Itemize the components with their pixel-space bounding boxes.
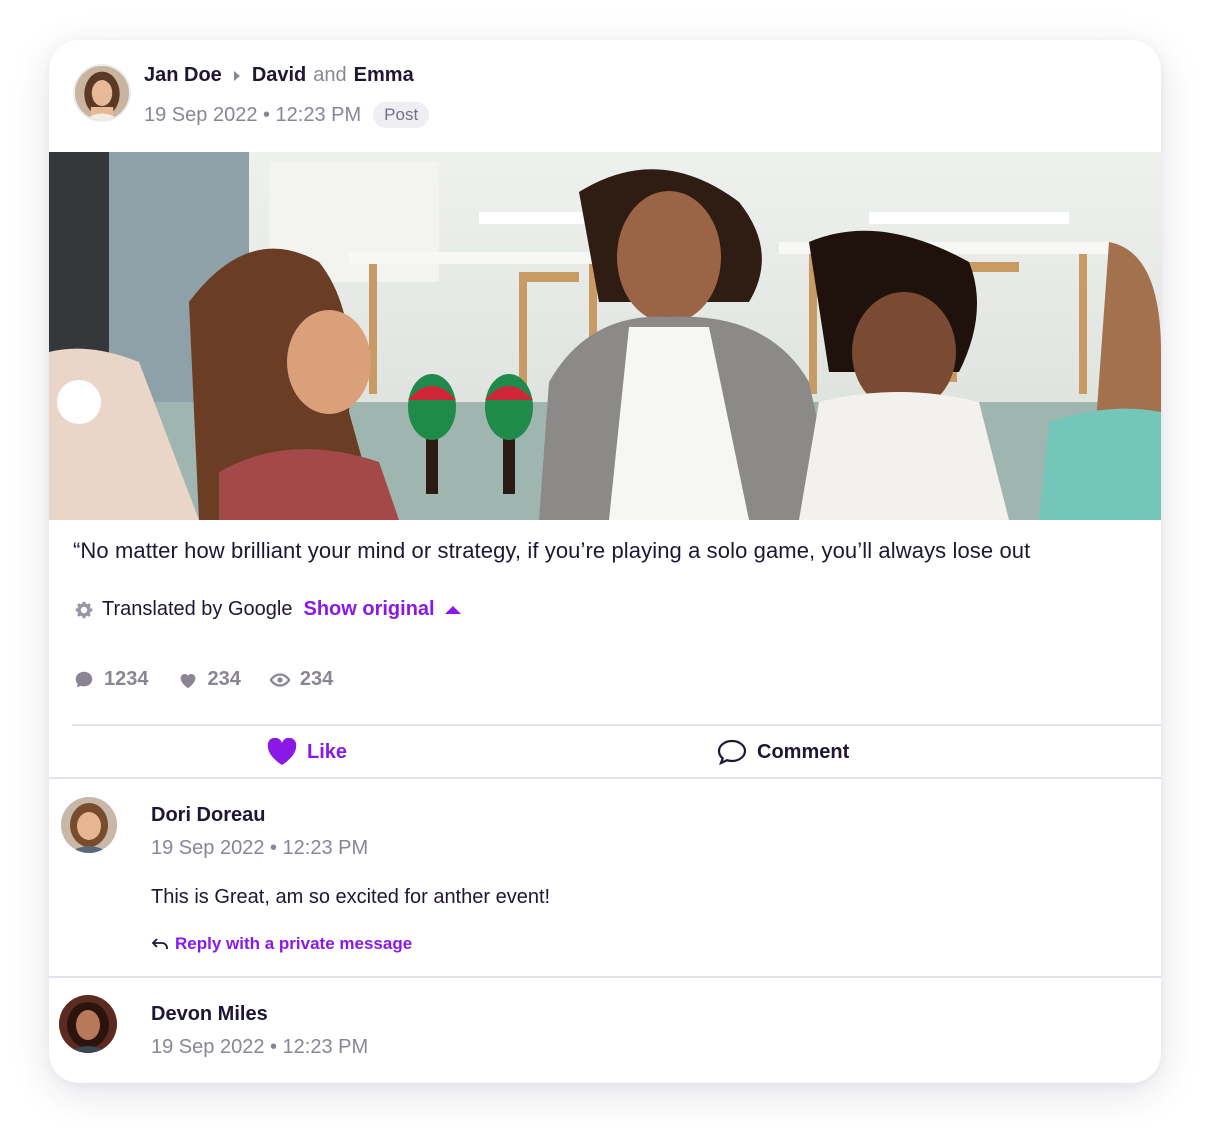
comments-divider-2 [49, 976, 1161, 978]
translation-row: Translated by Google Show original [73, 598, 461, 621]
comment-button[interactable]: Comment [717, 726, 849, 778]
gear-icon [75, 601, 93, 618]
author-name[interactable]: Jan Doe [144, 64, 222, 87]
comment-text: This is Great, am so excited for anther … [151, 886, 551, 908]
views-count-value: 234 [299, 668, 334, 690]
caret-up-icon[interactable] [444, 605, 461, 614]
like-button[interactable]: Like [267, 726, 347, 778]
comment-timestamp-2: 19 Sep 2022 • 12:23 PM [151, 1036, 369, 1058]
author-avatar[interactable] [73, 64, 131, 122]
reply-arrow-icon [151, 938, 168, 949]
like-label: Like [307, 740, 348, 763]
comments-divider [49, 777, 1161, 779]
comments-count-value: 1234 [104, 668, 149, 690]
comments-count[interactable]: 1234 [73, 668, 149, 691]
post-photo[interactable] [49, 152, 1161, 520]
comment-label: Comment [757, 740, 850, 763]
comment-timestamp: 19 Sep 2022 • 12:23 PM [151, 837, 369, 859]
reply-private-message-link[interactable]: Reply with a private message [151, 934, 412, 954]
post-quote-text: “No matter how brilliant your mind or st… [73, 538, 1031, 563]
post-actions-bar: Like Comment [49, 726, 1161, 778]
caret-right-icon [233, 70, 240, 81]
commenter-avatar[interactable] [61, 797, 117, 853]
post-type-badge: Post [373, 102, 430, 128]
comment-bubble-icon [717, 739, 747, 766]
commenter-name-2[interactable]: Devon Miles [151, 1003, 268, 1026]
views-count: 234 [269, 668, 333, 691]
heart-icon [180, 673, 195, 688]
post-card: Jan Doe David and Emma 19 Sep 2022 • 12:… [49, 40, 1161, 1083]
commenter-avatar-2[interactable] [59, 995, 117, 1053]
heart-filled-icon [267, 738, 297, 765]
commenter-name[interactable]: Dori Doreau [151, 804, 265, 827]
eye-icon [269, 672, 291, 687]
recipient-name-2[interactable]: Emma [354, 64, 414, 87]
post-stats: 1234 234 234 [73, 668, 361, 691]
post-author-line: Jan Doe David and Emma [144, 64, 414, 87]
speech-bubble-icon [75, 671, 93, 687]
show-original-link[interactable]: Show original [303, 598, 434, 621]
conjunction-text: and [313, 64, 347, 86]
likes-count-value: 234 [207, 668, 241, 690]
post-timestamp: 19 Sep 2022 • 12:23 PM [144, 103, 362, 126]
post-meta: 19 Sep 2022 • 12:23 PM Post [144, 102, 430, 128]
likes-count[interactable]: 234 [177, 668, 241, 691]
recipient-name-1[interactable]: David [252, 64, 306, 87]
translated-by-label: Translated by Google [102, 598, 293, 620]
reply-label: Reply with a private message [175, 934, 413, 953]
